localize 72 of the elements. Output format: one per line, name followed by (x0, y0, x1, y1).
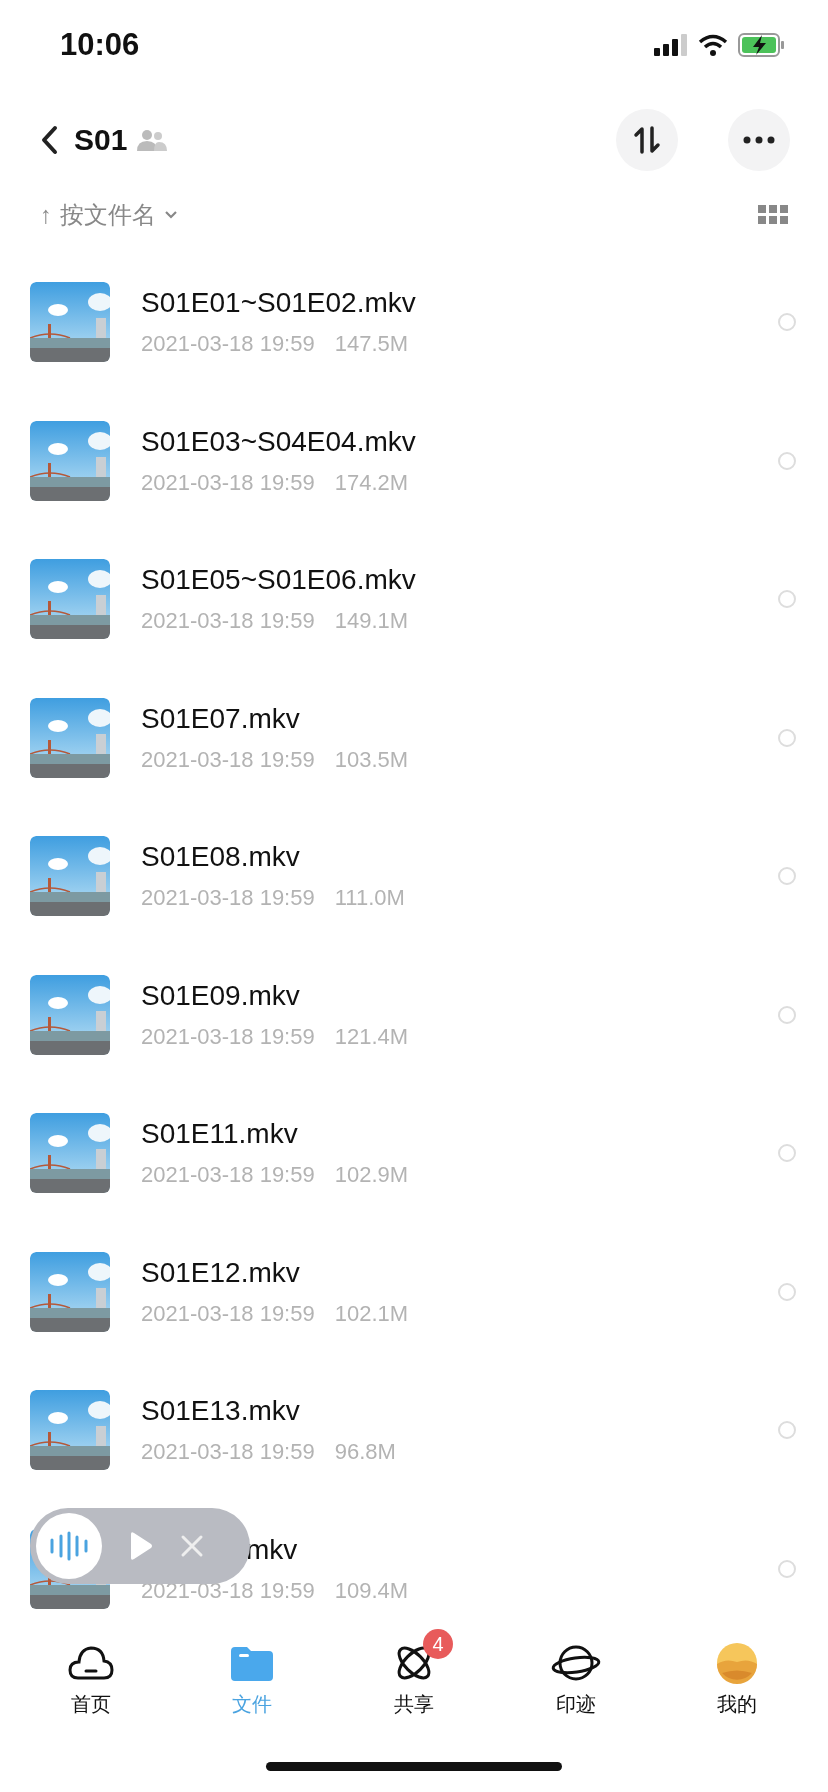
file-name: S01E09.mkv (141, 979, 300, 1012)
audio-wave-icon[interactable] (36, 1513, 102, 1579)
sort-dropdown[interactable]: ↑ 按文件名 (40, 199, 178, 231)
planet-icon (550, 1643, 601, 1683)
file-date: 2021-03-18 19:59 (141, 469, 315, 496)
select-radio[interactable] (778, 1421, 796, 1440)
select-radio[interactable] (778, 590, 796, 609)
file-row[interactable]: S01E13.mkv 2021-03-18 19:59 96.8M (0, 1361, 828, 1500)
close-icon[interactable] (180, 1534, 204, 1558)
file-name: S01E01~S01E02.mkv (141, 287, 416, 320)
file-row[interactable]: S01E12.mkv 2021-03-18 19:59 102.1M (0, 1222, 828, 1361)
tab-item[interactable]: 首页 (30, 1625, 151, 1722)
file-row[interactable]: S01E05~S01E06.mkv 2021-03-18 19:59 149.1M (0, 530, 828, 669)
file-date: 2021-03-18 19:59 (141, 1300, 315, 1327)
file-size: 102.1M (334, 1300, 409, 1327)
file-size: 147.5M (334, 331, 409, 358)
file-name: mkv (246, 1533, 298, 1566)
grid-view-icon[interactable] (758, 205, 788, 225)
file-date: 2021-03-18 19:59 (141, 608, 315, 635)
wifi-icon (698, 34, 728, 56)
file-name: S01E12.mkv (141, 1256, 300, 1289)
file-row[interactable]: S01E11.mkv 2021-03-18 19:59 102.9M (0, 1084, 828, 1223)
select-radio[interactable] (778, 867, 796, 886)
chevron-down-icon (164, 210, 178, 220)
file-row[interactable]: S01E08.mkv 2021-03-18 19:59 111.0M (0, 807, 828, 946)
select-radio[interactable] (778, 1005, 796, 1024)
file-name: S01E13.mkv (141, 1395, 300, 1428)
avatar-icon (716, 1642, 759, 1684)
select-radio[interactable] (778, 728, 796, 747)
file-date: 2021-03-18 19:59 (141, 331, 315, 358)
folder-icon (231, 1645, 274, 1681)
tab-item[interactable]: 4 共享 (354, 1625, 474, 1722)
tab-item[interactable]: 印迹 (515, 1625, 636, 1722)
select-radio[interactable] (778, 451, 796, 470)
file-size: 149.1M (334, 608, 409, 635)
signal-icon (654, 34, 688, 56)
file-size: 121.4M (334, 1023, 409, 1050)
back-icon[interactable] (40, 125, 58, 155)
file-size: 96.8M (334, 1439, 396, 1466)
notification-badge: 4 (423, 1629, 453, 1659)
file-date: 2021-03-18 19:59 (141, 1162, 315, 1189)
file-size: 103.5M (334, 746, 409, 773)
more-icon (743, 136, 775, 144)
select-radio[interactable] (778, 1559, 796, 1578)
people-icon (137, 129, 168, 151)
file-name: S01E08.mkv (141, 841, 300, 874)
file-date: 2021-03-18 19:59 (141, 1023, 315, 1050)
play-icon[interactable] (128, 1531, 154, 1561)
select-radio[interactable] (778, 313, 796, 332)
battery-icon (738, 33, 786, 57)
file-row[interactable]: S01E07.mkv 2021-03-18 19:59 103.5M (0, 668, 828, 807)
file-row[interactable]: S01E03~S04E04.mkv 2021-03-18 19:59 174.2M (0, 391, 828, 530)
file-date: 2021-03-18 19:59 (141, 885, 315, 912)
select-radio[interactable] (778, 1282, 796, 1301)
file-name: S01E05~S01E06.mkv (141, 564, 416, 597)
tab-item[interactable]: 我的 (677, 1625, 798, 1722)
file-size: 111.0M (334, 885, 405, 912)
cloud-icon (67, 1645, 114, 1681)
file-name: S01E03~S04E04.mkv (141, 425, 416, 458)
select-radio[interactable] (778, 1144, 796, 1163)
file-name: S01E07.mkv (141, 702, 300, 735)
file-date: 2021-03-18 19:59 (141, 746, 315, 773)
file-row[interactable]: S01E01~S01E02.mkv 2021-03-18 19:59 147.5M (0, 253, 828, 392)
file-size: 102.9M (334, 1162, 409, 1189)
file-size: 174.2M (334, 469, 409, 496)
status-time: 10:06 (60, 27, 140, 63)
file-row[interactable]: S01E09.mkv 2021-03-18 19:59 121.4M (0, 945, 828, 1084)
file-date: 2021-03-18 19:59 (141, 1577, 315, 1604)
folder-title: S01 (74, 123, 128, 157)
file-size: 109.4M (334, 1577, 409, 1604)
file-date: 2021-03-18 19:59 (141, 1439, 315, 1466)
file-name: S01E11.mkv (141, 1118, 298, 1151)
